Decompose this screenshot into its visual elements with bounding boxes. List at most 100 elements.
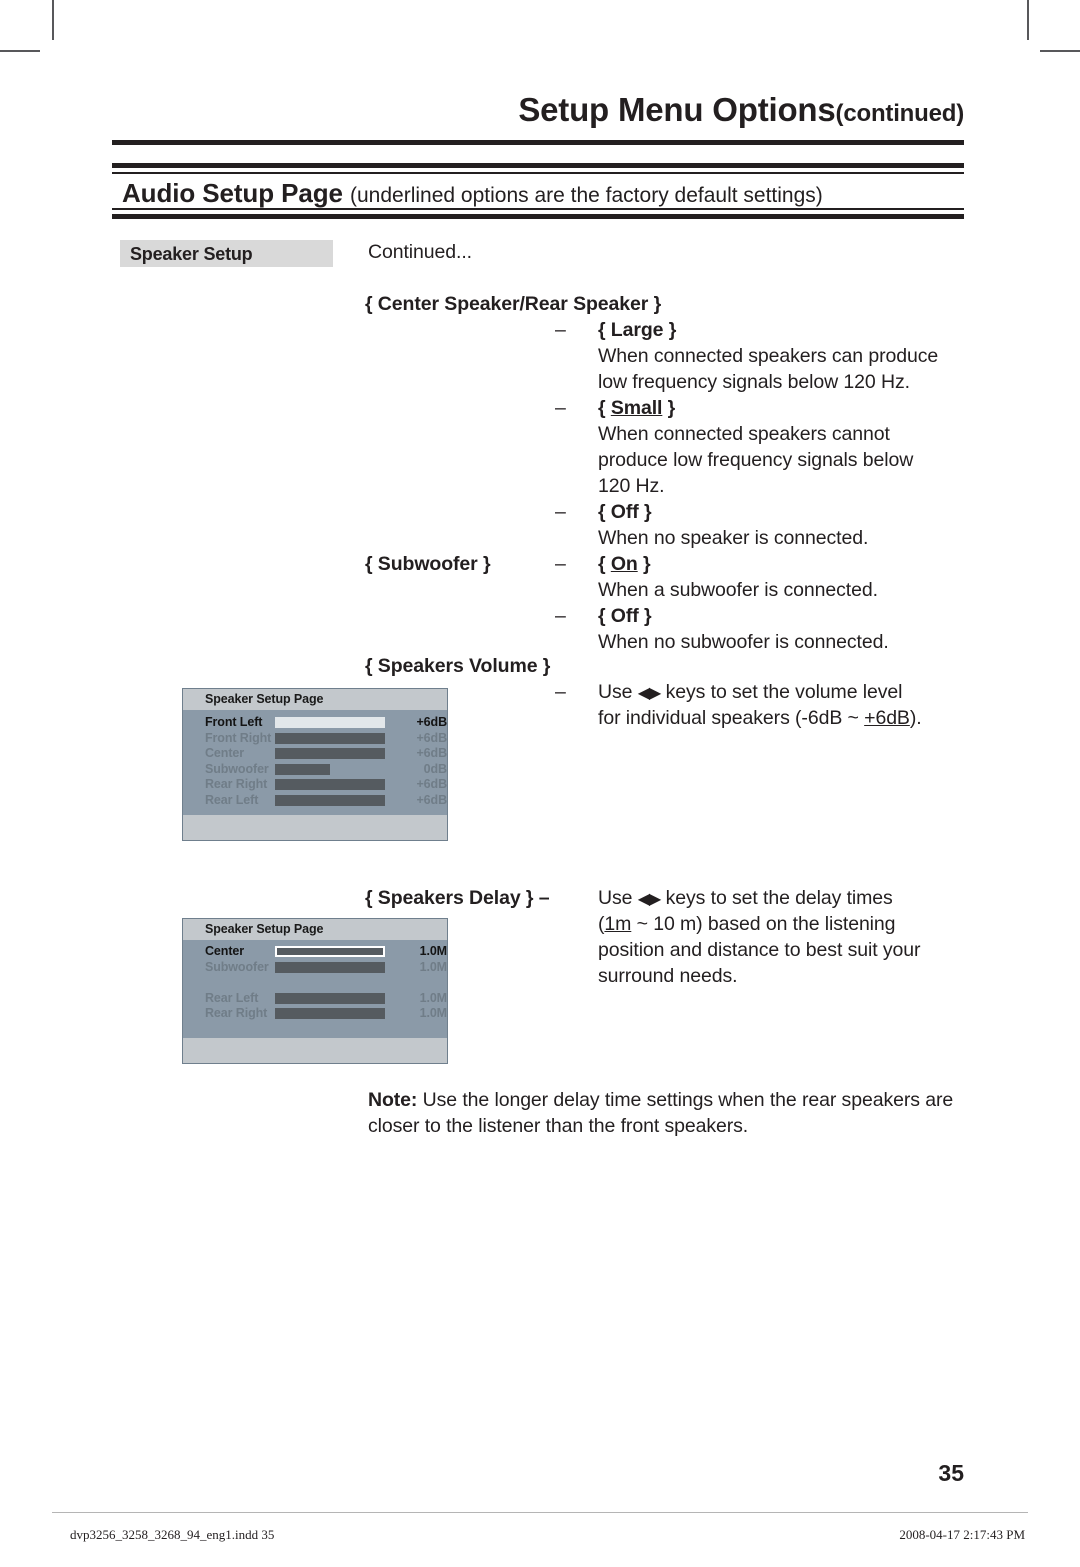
osd-row[interactable]: Rear Right +6dB xyxy=(183,777,447,792)
osd-row[interactable]: Subwoofer 1.0M xyxy=(183,960,447,975)
small-desc-line-2: produce low frequency signals below xyxy=(598,449,914,471)
osd-volume-footer xyxy=(183,815,447,840)
osd-level-bar xyxy=(275,946,385,957)
osd-level-slider[interactable] xyxy=(275,779,385,790)
bullet-dash-on: – xyxy=(555,553,566,575)
speaker-setup-label: Speaker Setup xyxy=(130,244,253,264)
osd-level-slider[interactable] xyxy=(275,794,385,806)
note-text: Use the longer delay time settings when … xyxy=(368,1089,954,1137)
delay-range-default: 1m xyxy=(604,913,632,935)
osd-level-slider[interactable] xyxy=(275,1008,385,1019)
rule-under-chapter-title xyxy=(112,140,964,145)
osd-row-value: 1.0M xyxy=(419,1006,447,1020)
volume-range-post: ). xyxy=(909,707,922,729)
bullet-dash-large: – xyxy=(555,319,566,341)
bullet-dash-volume: – xyxy=(555,681,566,703)
volume-desc-post: keys to set the volume level xyxy=(660,681,903,703)
on-desc: When a subwoofer is connected. xyxy=(598,579,878,601)
osd-volume-titlebar: Speaker Setup Page xyxy=(183,689,447,710)
rule-section-top-thin xyxy=(112,172,964,174)
osd-row-label: Rear Left xyxy=(205,792,259,807)
subwoofer-heading: { Subwoofer } xyxy=(365,553,491,575)
osd-row[interactable] xyxy=(183,975,447,990)
osd-row[interactable]: Rear Left 1.0M xyxy=(183,991,447,1006)
osd-row-label: Center xyxy=(205,746,244,760)
option-off: { Off } xyxy=(598,501,652,523)
delay-desc-line-4: surround needs. xyxy=(598,965,738,987)
crop-mark-top-right-horizontal xyxy=(1040,50,1080,52)
osd-row-value: 1.0M xyxy=(419,959,447,974)
option-large: { Large } xyxy=(598,319,677,341)
option-on: { On } xyxy=(598,552,651,578)
osd-row-value: +6dB xyxy=(416,715,447,729)
off-desc: When no speaker is connected. xyxy=(598,527,869,549)
speakers-volume-heading: { Speakers Volume } xyxy=(365,655,551,677)
osd-level-bar xyxy=(275,763,330,775)
osd-level-bar xyxy=(275,732,385,744)
osd-row[interactable]: Center +6dB xyxy=(183,746,447,761)
osd-row-value: +6dB xyxy=(416,730,447,745)
footer-divider xyxy=(52,1512,1028,1513)
osd-level-slider[interactable] xyxy=(275,748,385,759)
osd-level-slider[interactable] xyxy=(275,763,385,775)
crop-mark-top-right-vertical xyxy=(1027,0,1029,40)
large-desc-line-2: low frequency signals below 120 Hz. xyxy=(598,371,910,393)
osd-row-value: +6dB xyxy=(416,777,447,791)
osd-delay-titlebar: Speaker Setup Page xyxy=(183,919,447,940)
osd-row-label: Subwoofer xyxy=(205,959,269,974)
speakers-delay-heading: { Speakers Delay } – xyxy=(365,887,550,909)
osd-level-slider[interactable] xyxy=(275,717,385,728)
osd-delay-title: Speaker Setup Page xyxy=(205,922,324,936)
subwoofer-off-desc: When no subwoofer is connected. xyxy=(598,631,889,653)
manual-page: Setup Menu Options(continued) Audio Setu… xyxy=(0,0,1080,1567)
option-on-close: } xyxy=(637,553,651,575)
osd-level-slider[interactable] xyxy=(275,732,385,744)
option-subwoofer-off: { Off } xyxy=(598,605,652,627)
osd-row[interactable]: Front Right +6dB xyxy=(183,731,447,746)
delay-desc-line-2: (1m ~ 10 m) based on the listening xyxy=(598,912,896,938)
osd-row[interactable]: Front Left +6dB xyxy=(183,715,447,730)
osd-row-value: +6dB xyxy=(416,746,447,760)
osd-level-bar xyxy=(275,779,385,790)
bullet-dash-sub-off: – xyxy=(555,605,566,627)
center-rear-speaker-heading: { Center Speaker/Rear Speaker } xyxy=(365,293,662,315)
osd-row[interactable]: Rear Right 1.0M xyxy=(183,1006,447,1021)
osd-row-value: +6dB xyxy=(416,792,447,807)
bullet-dash-small: – xyxy=(555,397,566,419)
bullet-dash-off: – xyxy=(555,501,566,523)
osd-row[interactable]: Center 1.0M xyxy=(183,944,447,959)
delay-range-rest: ~ 10 m) based on the listening xyxy=(631,913,896,935)
osd-level-bar xyxy=(275,992,385,1004)
section-title: Audio Setup Page xyxy=(122,178,343,208)
option-small-open: { xyxy=(598,397,611,419)
osd-speakers-volume-screen: Speaker Setup Page Front Left +6dB Front R… xyxy=(182,688,448,841)
osd-level-slider[interactable] xyxy=(275,961,385,973)
osd-level-bar xyxy=(275,748,385,759)
osd-level-bar xyxy=(275,794,385,806)
note-label: Note: xyxy=(368,1089,418,1111)
osd-row-value: 0dB xyxy=(423,761,447,776)
option-on-open: { xyxy=(598,553,611,575)
chapter-title-main: Setup Menu Options xyxy=(518,91,836,128)
delay-desc-pre: Use xyxy=(598,887,638,909)
note-block: Note: Use the longer delay time settings… xyxy=(368,1088,968,1139)
osd-row-value: 1.0M xyxy=(419,944,447,958)
left-right-arrow-icon: ◀▶ xyxy=(637,685,662,702)
volume-range-pre: for individual speakers (-6dB ~ xyxy=(598,707,865,729)
volume-desc-line-2: for individual speakers (-6dB ~ +6dB). xyxy=(598,706,922,732)
crop-mark-top-left-horizontal xyxy=(0,50,40,52)
volume-range-default: +6dB xyxy=(864,707,910,729)
rule-section-bottom-thick xyxy=(112,214,964,219)
delay-desc-line-1: Use ◀▶ keys to set the delay times xyxy=(598,886,893,913)
osd-row[interactable]: Rear Left +6dB xyxy=(183,793,447,808)
small-desc-line-1: When connected speakers cannot xyxy=(598,423,890,445)
osd-row-label: Subwoofer xyxy=(205,761,269,776)
osd-row[interactable]: Subwoofer 0dB xyxy=(183,762,447,777)
osd-level-bar xyxy=(275,961,385,973)
osd-level-slider[interactable] xyxy=(275,946,385,957)
chapter-title: Setup Menu Options(continued) xyxy=(112,91,964,128)
osd-row-label: Center xyxy=(205,944,244,958)
osd-level-slider[interactable] xyxy=(275,992,385,1004)
speaker-setup-label-box: Speaker Setup xyxy=(120,240,333,267)
section-subtitle: (underlined options are the factory defa… xyxy=(350,184,823,207)
